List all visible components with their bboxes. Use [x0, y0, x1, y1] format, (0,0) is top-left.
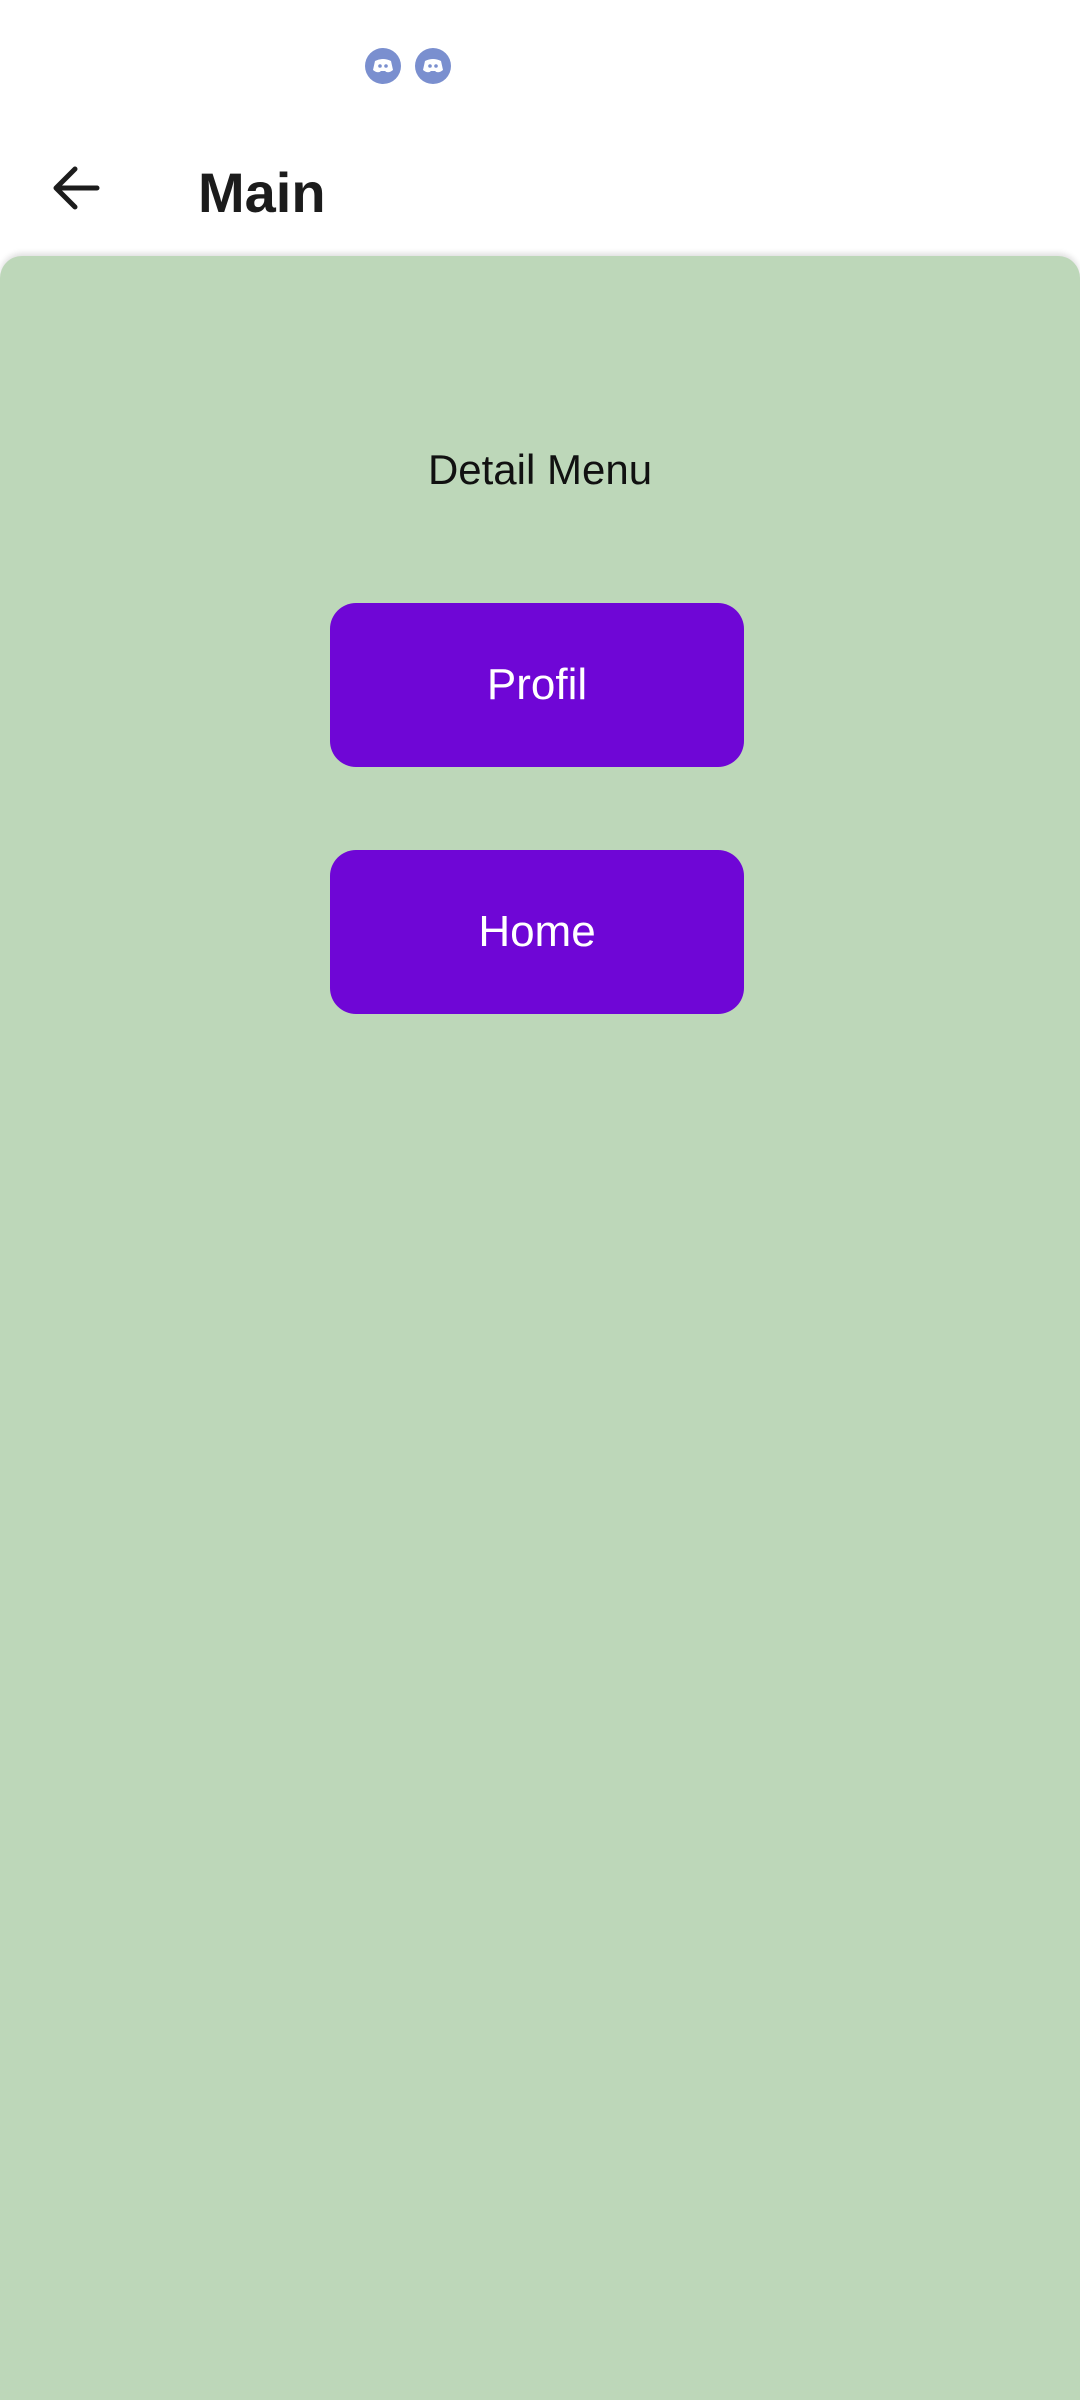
- discord-icon: [415, 48, 451, 84]
- arrow-back-icon: [53, 166, 100, 210]
- detail-menu-panel: Detail Menu Profil Home: [0, 256, 1080, 2400]
- profil-button[interactable]: Profil: [330, 603, 744, 767]
- detail-menu-heading: Detail Menu: [427, 446, 653, 493]
- page-title: Main: [198, 161, 326, 224]
- status-bar: [0, 0, 1080, 130]
- discord-icon: [365, 48, 401, 84]
- app-bar: Main: [0, 130, 1080, 256]
- home-button[interactable]: Home: [330, 850, 744, 1014]
- back-button[interactable]: [36, 148, 116, 228]
